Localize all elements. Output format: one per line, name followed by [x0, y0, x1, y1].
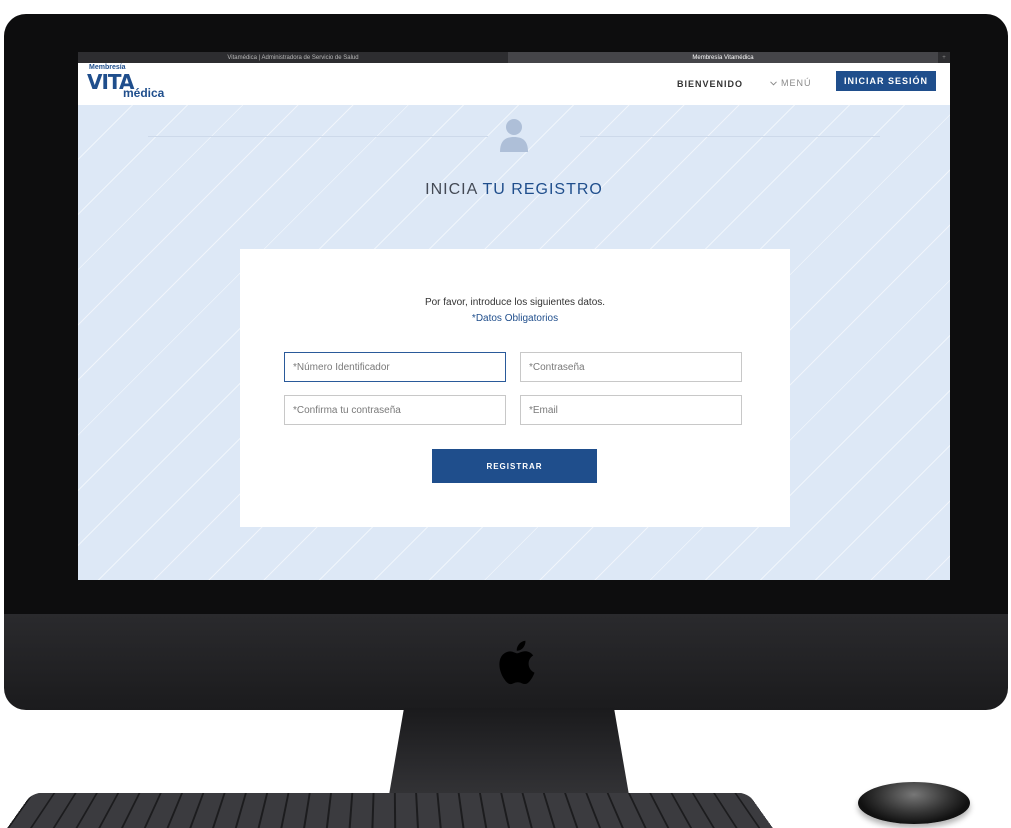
- browser-tab-title: Membresía Vitamédica: [692, 54, 754, 61]
- required-fields-note: *Datos Obligatorios: [471, 313, 559, 324]
- nav-menu-label: MENÚ: [781, 78, 812, 88]
- form-instructions: Por favor, introduce los siguientes dato…: [424, 297, 606, 308]
- register-button[interactable]: REGISTRAR: [432, 449, 597, 483]
- browser-tab[interactable]: Vitamédica | Administradora de Servicio …: [78, 52, 508, 63]
- keyboard: [7, 793, 773, 828]
- nav-menu-toggle[interactable]: MENÚ: [770, 78, 812, 88]
- browser-tab-title: Vitamédica | Administradora de Servicio …: [227, 54, 359, 61]
- site-header: Membresía VITA médica BIENVENIDO MENÚ IN…: [78, 63, 950, 105]
- registration-form: Por favor, introduce los siguientes dato…: [240, 249, 790, 527]
- login-button[interactable]: INICIAR SESIÓN: [836, 71, 936, 91]
- apple-logo-icon: [499, 640, 535, 685]
- password-input[interactable]: [520, 352, 742, 382]
- page-title: INICIA TU REGISTRO: [78, 181, 950, 199]
- id-number-input[interactable]: [284, 352, 506, 382]
- browser-tab-active[interactable]: Membresía Vitamédica: [508, 52, 938, 63]
- divider-line: [580, 136, 880, 137]
- nav-welcome-link[interactable]: BIENVENIDO: [677, 79, 743, 89]
- mouse: [858, 782, 970, 824]
- browser-tab-bar: Vitamédica | Administradora de Servicio …: [78, 52, 950, 63]
- divider-line: [148, 136, 488, 137]
- page-title-part2: TU REGISTRO: [482, 181, 603, 198]
- confirm-password-input[interactable]: [284, 395, 506, 425]
- email-input[interactable]: [520, 395, 742, 425]
- registration-section: INICIA TU REGISTRO Por favor, introduce …: [78, 105, 950, 580]
- page-title-part1: INICIA: [425, 181, 483, 198]
- vitamedica-logo[interactable]: Membresía VITA médica: [87, 64, 177, 104]
- logo-sub-text: médica: [123, 86, 165, 100]
- new-tab-button[interactable]: +: [938, 52, 950, 63]
- screen: Vitamédica | Administradora de Servicio …: [78, 52, 950, 580]
- chevron-down-icon: [770, 80, 777, 86]
- user-icon: [500, 119, 528, 152]
